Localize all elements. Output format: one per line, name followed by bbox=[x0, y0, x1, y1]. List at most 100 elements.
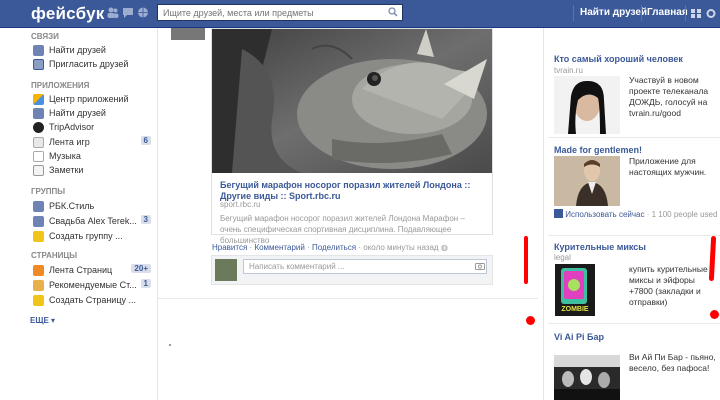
previous-post-thumbnail[interactable] bbox=[171, 28, 205, 40]
facebook-logo[interactable]: фейсбук bbox=[31, 4, 104, 24]
ad-image[interactable] bbox=[554, 76, 620, 134]
privacy-shortcuts-icon[interactable] bbox=[690, 8, 702, 19]
sidebar-item-label: Заметки bbox=[49, 165, 84, 175]
link-domain: sport.rbc.ru bbox=[220, 200, 261, 209]
ad-separator bbox=[548, 235, 720, 236]
more-link[interactable]: ЕЩЕ ▾ bbox=[30, 316, 55, 325]
right-column-divider bbox=[543, 28, 544, 400]
ad-image[interactable] bbox=[554, 156, 620, 206]
recommended-pages-icon bbox=[33, 280, 44, 291]
section-groups-title: ГРУППЫ bbox=[31, 187, 66, 196]
sidebar-item-recommended-pages[interactable]: Рекомендуемые Ст... 1 bbox=[33, 279, 151, 293]
sidebar-item-music[interactable]: Музыка bbox=[33, 150, 151, 164]
app-center-icon bbox=[33, 94, 44, 105]
audience-globe-icon[interactable]: ◍ bbox=[441, 243, 448, 252]
red-annotation-mark bbox=[708, 235, 717, 282]
group-icon bbox=[33, 201, 44, 212]
link-title[interactable]: Бегущий марафон носорог поразил жителей … bbox=[220, 180, 485, 202]
camera-icon[interactable] bbox=[475, 262, 485, 270]
ad-image[interactable]: ZOMBIE bbox=[555, 264, 595, 316]
avatar[interactable] bbox=[215, 259, 237, 281]
comment-link[interactable]: Комментарий bbox=[254, 243, 304, 252]
sidebar-item-pages-feed[interactable]: Лента Страниц 20+ bbox=[33, 264, 151, 278]
rhino-photo[interactable] bbox=[212, 29, 492, 173]
app-like-icon bbox=[554, 209, 563, 218]
tripadvisor-icon bbox=[33, 122, 44, 133]
post-actions: Нравится · Комментарий · Поделиться · ок… bbox=[212, 243, 448, 252]
use-now-link[interactable]: Использовать сейчас bbox=[565, 210, 644, 219]
top-bar: фейсбук Найти друзей Главная bbox=[0, 0, 720, 28]
sidebar-item-label: Создать Страницу ... bbox=[49, 295, 136, 305]
search-icon[interactable] bbox=[388, 7, 398, 17]
settings-gear-icon[interactable] bbox=[705, 8, 717, 19]
sidebar-item-find-friends[interactable]: Найти друзей bbox=[33, 44, 151, 58]
messages-icon[interactable] bbox=[122, 7, 134, 18]
sidebar-item-label: TripAdvisor bbox=[49, 122, 95, 132]
search-box[interactable] bbox=[157, 4, 403, 21]
share-link[interactable]: Поделиться bbox=[312, 243, 356, 252]
sidebar-item-label: Лента игр bbox=[49, 137, 90, 147]
ad-title[interactable]: Made for gentlemen! bbox=[554, 145, 642, 155]
red-annotation-mark bbox=[524, 236, 528, 284]
link-description: Бегущий марафон носорог поразил жителей … bbox=[220, 214, 465, 245]
find-friends-link[interactable]: Найти друзей bbox=[580, 7, 647, 18]
like-link[interactable]: Нравится bbox=[212, 243, 247, 252]
red-annotation-dot bbox=[526, 316, 535, 325]
ad-image-label: ZOMBIE bbox=[561, 306, 589, 313]
sidebar-item-label: РБК.Стиль bbox=[49, 201, 95, 211]
sidebar-item-create-page[interactable]: Создать Страницу ... bbox=[33, 294, 151, 308]
ad-social-line: Использовать сейчас · 1 100 people used bbox=[554, 209, 717, 219]
notifications-globe-icon[interactable] bbox=[137, 7, 149, 18]
topbar-divider bbox=[573, 5, 574, 21]
create-group-icon bbox=[33, 231, 44, 242]
sidebar-item-create-group[interactable]: Создать группу ... bbox=[33, 230, 151, 244]
users-count: 1 100 people used bbox=[651, 210, 718, 219]
shared-link-card[interactable]: Бегущий марафон носорог поразил жителей … bbox=[211, 28, 493, 245]
sidebar-item-games-feed[interactable]: Лента игр 6 bbox=[33, 136, 151, 150]
find-friends-icon bbox=[33, 45, 44, 56]
sidebar-item-find-friends-app[interactable]: Найти друзей bbox=[33, 107, 151, 121]
sidebar-item-rbc-style[interactable]: РБК.Стиль bbox=[33, 200, 151, 214]
ad-text: Участвуй в новом проекте телеканала ДОЖД… bbox=[629, 75, 709, 118]
find-friends-icon bbox=[33, 108, 44, 119]
ad-title[interactable]: Курительные миксы bbox=[554, 242, 646, 252]
search-input[interactable] bbox=[158, 5, 388, 20]
comment-input[interactable]: Написать комментарий ... bbox=[243, 259, 487, 274]
ad-domain: legal bbox=[554, 253, 571, 262]
sidebar-item-invite-friends[interactable]: Пригласить друзей bbox=[33, 58, 151, 72]
notes-icon bbox=[33, 165, 44, 176]
feed-divider bbox=[158, 298, 538, 299]
home-link[interactable]: Главная bbox=[647, 7, 688, 18]
friend-requests-icon[interactable] bbox=[107, 7, 119, 18]
comment-box: Написать комментарий ... bbox=[211, 255, 493, 285]
red-annotation-dot bbox=[710, 310, 719, 319]
sidebar-item-label: Центр приложений bbox=[49, 94, 129, 104]
ad-separator bbox=[548, 137, 720, 138]
group-icon bbox=[33, 216, 44, 227]
ad-text: Приложение для настоящих мужчин. bbox=[629, 156, 707, 177]
sidebar-divider bbox=[157, 28, 158, 400]
sidebar-item-label: Создать группу ... bbox=[49, 231, 123, 241]
section-pages-title: СТРАНИЦЫ bbox=[31, 251, 78, 260]
topbar-divider bbox=[641, 5, 642, 21]
sidebar-item-label: Рекомендуемые Ст... bbox=[49, 280, 137, 290]
ad-domain: tvrain.ru bbox=[554, 66, 583, 75]
music-icon bbox=[33, 151, 44, 162]
ad-title[interactable]: Vi Ai Pi Бар bbox=[554, 332, 604, 342]
games-icon bbox=[33, 137, 44, 148]
sidebar-item-label: Лента Страниц bbox=[49, 265, 113, 275]
sidebar-item-tripadvisor[interactable]: TripAdvisor bbox=[33, 121, 151, 135]
more-label: ЕЩЕ bbox=[30, 316, 49, 325]
sidebar-item-label: Музыка bbox=[49, 151, 81, 161]
count-badge: 1 bbox=[140, 279, 151, 288]
sidebar-item-notes[interactable]: Заметки bbox=[33, 164, 151, 178]
ad-text: Ви Ай Пи Бар - пьяно, весело, без пафоса… bbox=[629, 352, 716, 373]
sidebar-item-app-center[interactable]: Центр приложений bbox=[33, 93, 151, 107]
count-badge: 20+ bbox=[131, 264, 151, 273]
ad-image[interactable] bbox=[554, 355, 620, 400]
sidebar-item-wedding-group[interactable]: Свадьба Alex Terek... 3 bbox=[33, 215, 151, 229]
ad-title[interactable]: Кто самый хороший человек bbox=[554, 54, 683, 64]
count-badge: 3 bbox=[140, 215, 151, 224]
stray-dot bbox=[169, 344, 171, 346]
post-timestamp[interactable]: около минуты назад bbox=[363, 243, 438, 252]
